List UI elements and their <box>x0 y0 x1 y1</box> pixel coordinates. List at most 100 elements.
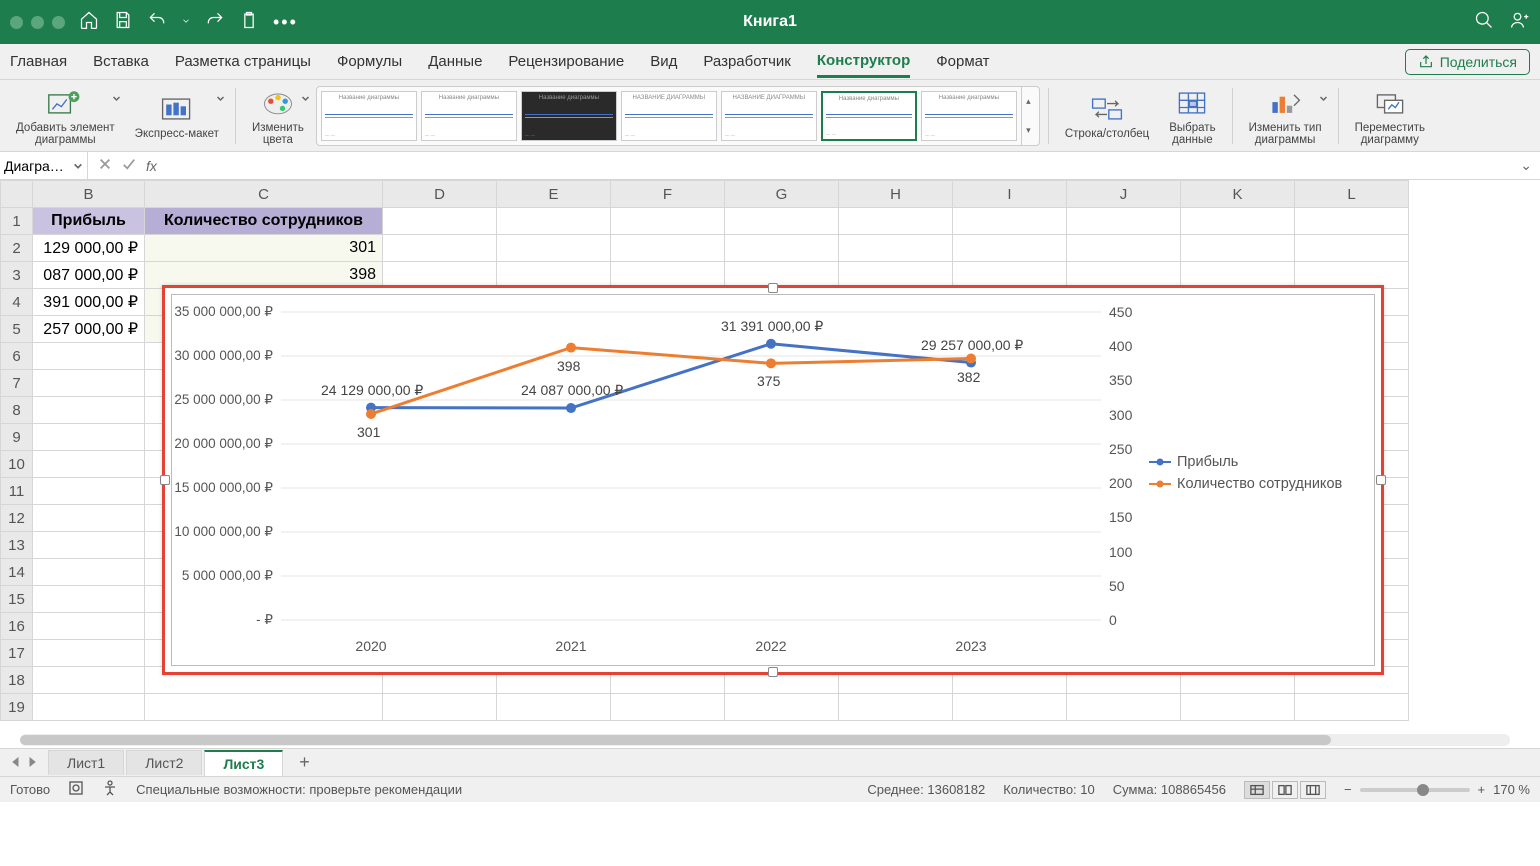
cell[interactable] <box>953 208 1067 235</box>
tab-formulas[interactable]: Формулы <box>337 47 402 76</box>
row-header[interactable]: 15 <box>1 586 33 613</box>
cell[interactable] <box>497 208 611 235</box>
cell[interactable] <box>1181 235 1295 262</box>
col-header-k[interactable]: K <box>1181 181 1295 208</box>
prev-sheet-icon[interactable] <box>10 755 22 771</box>
horizontal-scrollbar[interactable] <box>20 734 1510 746</box>
row-header[interactable]: 7 <box>1 370 33 397</box>
more-icon[interactable]: ••• <box>273 12 298 33</box>
tab-pagelayout[interactable]: Разметка страницы <box>175 47 311 76</box>
col-header-c[interactable]: C <box>145 181 383 208</box>
row-header[interactable]: 9 <box>1 424 33 451</box>
row-header[interactable]: 3 <box>1 262 33 289</box>
cell[interactable] <box>725 208 839 235</box>
cell[interactable] <box>33 586 145 613</box>
tab-insert[interactable]: Вставка <box>93 47 149 76</box>
col-header-i[interactable]: I <box>953 181 1067 208</box>
cell[interactable]: 301 <box>145 235 383 262</box>
change-chart-type-button[interactable]: Изменить тип диаграммы <box>1241 82 1330 149</box>
move-chart-button[interactable]: Переместить диаграмму <box>1347 82 1433 149</box>
row-header[interactable]: 4 <box>1 289 33 316</box>
name-box[interactable]: Диаграм… <box>0 152 88 179</box>
cell[interactable] <box>383 208 497 235</box>
zoom-out-button[interactable]: − <box>1344 782 1352 797</box>
cell[interactable] <box>33 532 145 559</box>
tab-view[interactable]: Вид <box>650 47 677 76</box>
status-accessibility[interactable]: Специальные возможности: проверьте реком… <box>136 782 462 797</box>
chart-style-1[interactable]: Название диаграммы—— <box>321 91 417 141</box>
tab-data[interactable]: Данные <box>428 47 482 76</box>
view-pagebreak-button[interactable] <box>1300 781 1326 799</box>
cell[interactable]: 087 000,00 ₽ <box>33 262 145 289</box>
chart-style-4[interactable]: НАЗВАНИЕ ДИАГРАММЫ—— <box>621 91 717 141</box>
col-header-l[interactable]: L <box>1295 181 1409 208</box>
home-icon[interactable] <box>79 10 99 35</box>
chart-object[interactable]: - ₽5 000 000,00 ₽10 000 000,00 ₽15 000 0… <box>162 285 1384 675</box>
macro-record-icon[interactable] <box>68 780 84 799</box>
row-header[interactable]: 10 <box>1 451 33 478</box>
sheet-tab-1[interactable]: Лист1 <box>48 750 124 775</box>
view-normal-button[interactable] <box>1244 781 1270 799</box>
cell[interactable] <box>1181 694 1295 721</box>
chart-legend[interactable]: Прибыль Количество сотрудников <box>1149 448 1342 498</box>
select-data-button[interactable]: Выбрать данные <box>1161 82 1223 149</box>
tab-review[interactable]: Рецензирование <box>508 47 624 76</box>
quick-layout-button[interactable]: Экспресс-макет <box>127 82 227 149</box>
chart-style-6[interactable]: Название диаграммы—— <box>821 91 917 141</box>
row-header[interactable]: 18 <box>1 667 33 694</box>
zoom-value[interactable]: 170 % <box>1493 782 1530 797</box>
cell[interactable] <box>1181 208 1295 235</box>
cell[interactable] <box>497 235 611 262</box>
cell[interactable]: 257 000,00 ₽ <box>33 316 145 343</box>
tab-home[interactable]: Главная <box>10 47 67 76</box>
row-header[interactable]: 12 <box>1 505 33 532</box>
column-headers[interactable]: B C D E F G H I J K L <box>1 181 1409 208</box>
clipboard-icon[interactable] <box>239 10 259 35</box>
cell[interactable]: Количество сотрудников <box>145 208 383 235</box>
coauthor-icon[interactable] <box>1510 10 1530 35</box>
cell[interactable] <box>611 694 725 721</box>
cell[interactable] <box>33 559 145 586</box>
cell[interactable] <box>145 694 383 721</box>
next-sheet-icon[interactable] <box>26 755 38 771</box>
col-header-e[interactable]: E <box>497 181 611 208</box>
cell[interactable] <box>383 694 497 721</box>
cell[interactable] <box>725 235 839 262</box>
cell[interactable] <box>1295 208 1409 235</box>
col-header-h[interactable]: H <box>839 181 953 208</box>
row-header[interactable]: 2 <box>1 235 33 262</box>
search-icon[interactable] <box>1474 10 1494 35</box>
redo-icon[interactable] <box>205 10 225 35</box>
cell[interactable]: 391 000,00 ₽ <box>33 289 145 316</box>
undo-icon[interactable] <box>147 10 167 35</box>
maximize-dot[interactable] <box>52 16 65 29</box>
col-header-f[interactable]: F <box>611 181 725 208</box>
share-button[interactable]: Поделиться <box>1405 49 1530 75</box>
accessibility-icon[interactable] <box>102 780 118 799</box>
cell[interactable] <box>33 505 145 532</box>
cell[interactable]: Прибыль <box>33 208 145 235</box>
tab-format[interactable]: Формат <box>936 47 989 76</box>
col-header-g[interactable]: G <box>725 181 839 208</box>
cell[interactable] <box>383 235 497 262</box>
cell[interactable] <box>1295 235 1409 262</box>
cell[interactable] <box>1067 694 1181 721</box>
chart-handle-e[interactable] <box>1376 475 1386 485</box>
cell[interactable] <box>33 451 145 478</box>
row-header[interactable]: 13 <box>1 532 33 559</box>
cell[interactable] <box>839 208 953 235</box>
cell[interactable] <box>839 235 953 262</box>
row-header[interactable]: 5 <box>1 316 33 343</box>
sheet-tab-2[interactable]: Лист2 <box>126 750 202 775</box>
tab-developer[interactable]: Разработчик <box>703 47 790 76</box>
cell[interactable] <box>953 235 1067 262</box>
row-header[interactable]: 1 <box>1 208 33 235</box>
col-header-j[interactable]: J <box>1067 181 1181 208</box>
chart-handle-n[interactable] <box>768 283 778 293</box>
change-colors-button[interactable]: Изменить цвета <box>244 82 312 149</box>
chart-handle-w[interactable] <box>160 475 170 485</box>
close-dot[interactable] <box>10 16 23 29</box>
cell[interactable] <box>497 694 611 721</box>
minimize-dot[interactable] <box>31 16 44 29</box>
add-sheet-button[interactable]: + <box>291 752 318 773</box>
